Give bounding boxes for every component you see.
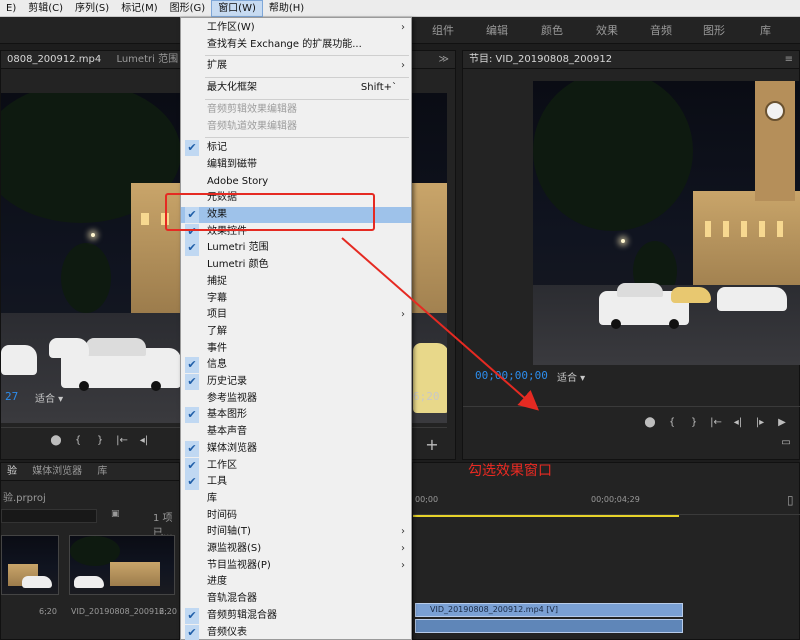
annotation-text: 勾选效果窗口 (468, 463, 552, 479)
annotation-arrow (341, 237, 540, 411)
